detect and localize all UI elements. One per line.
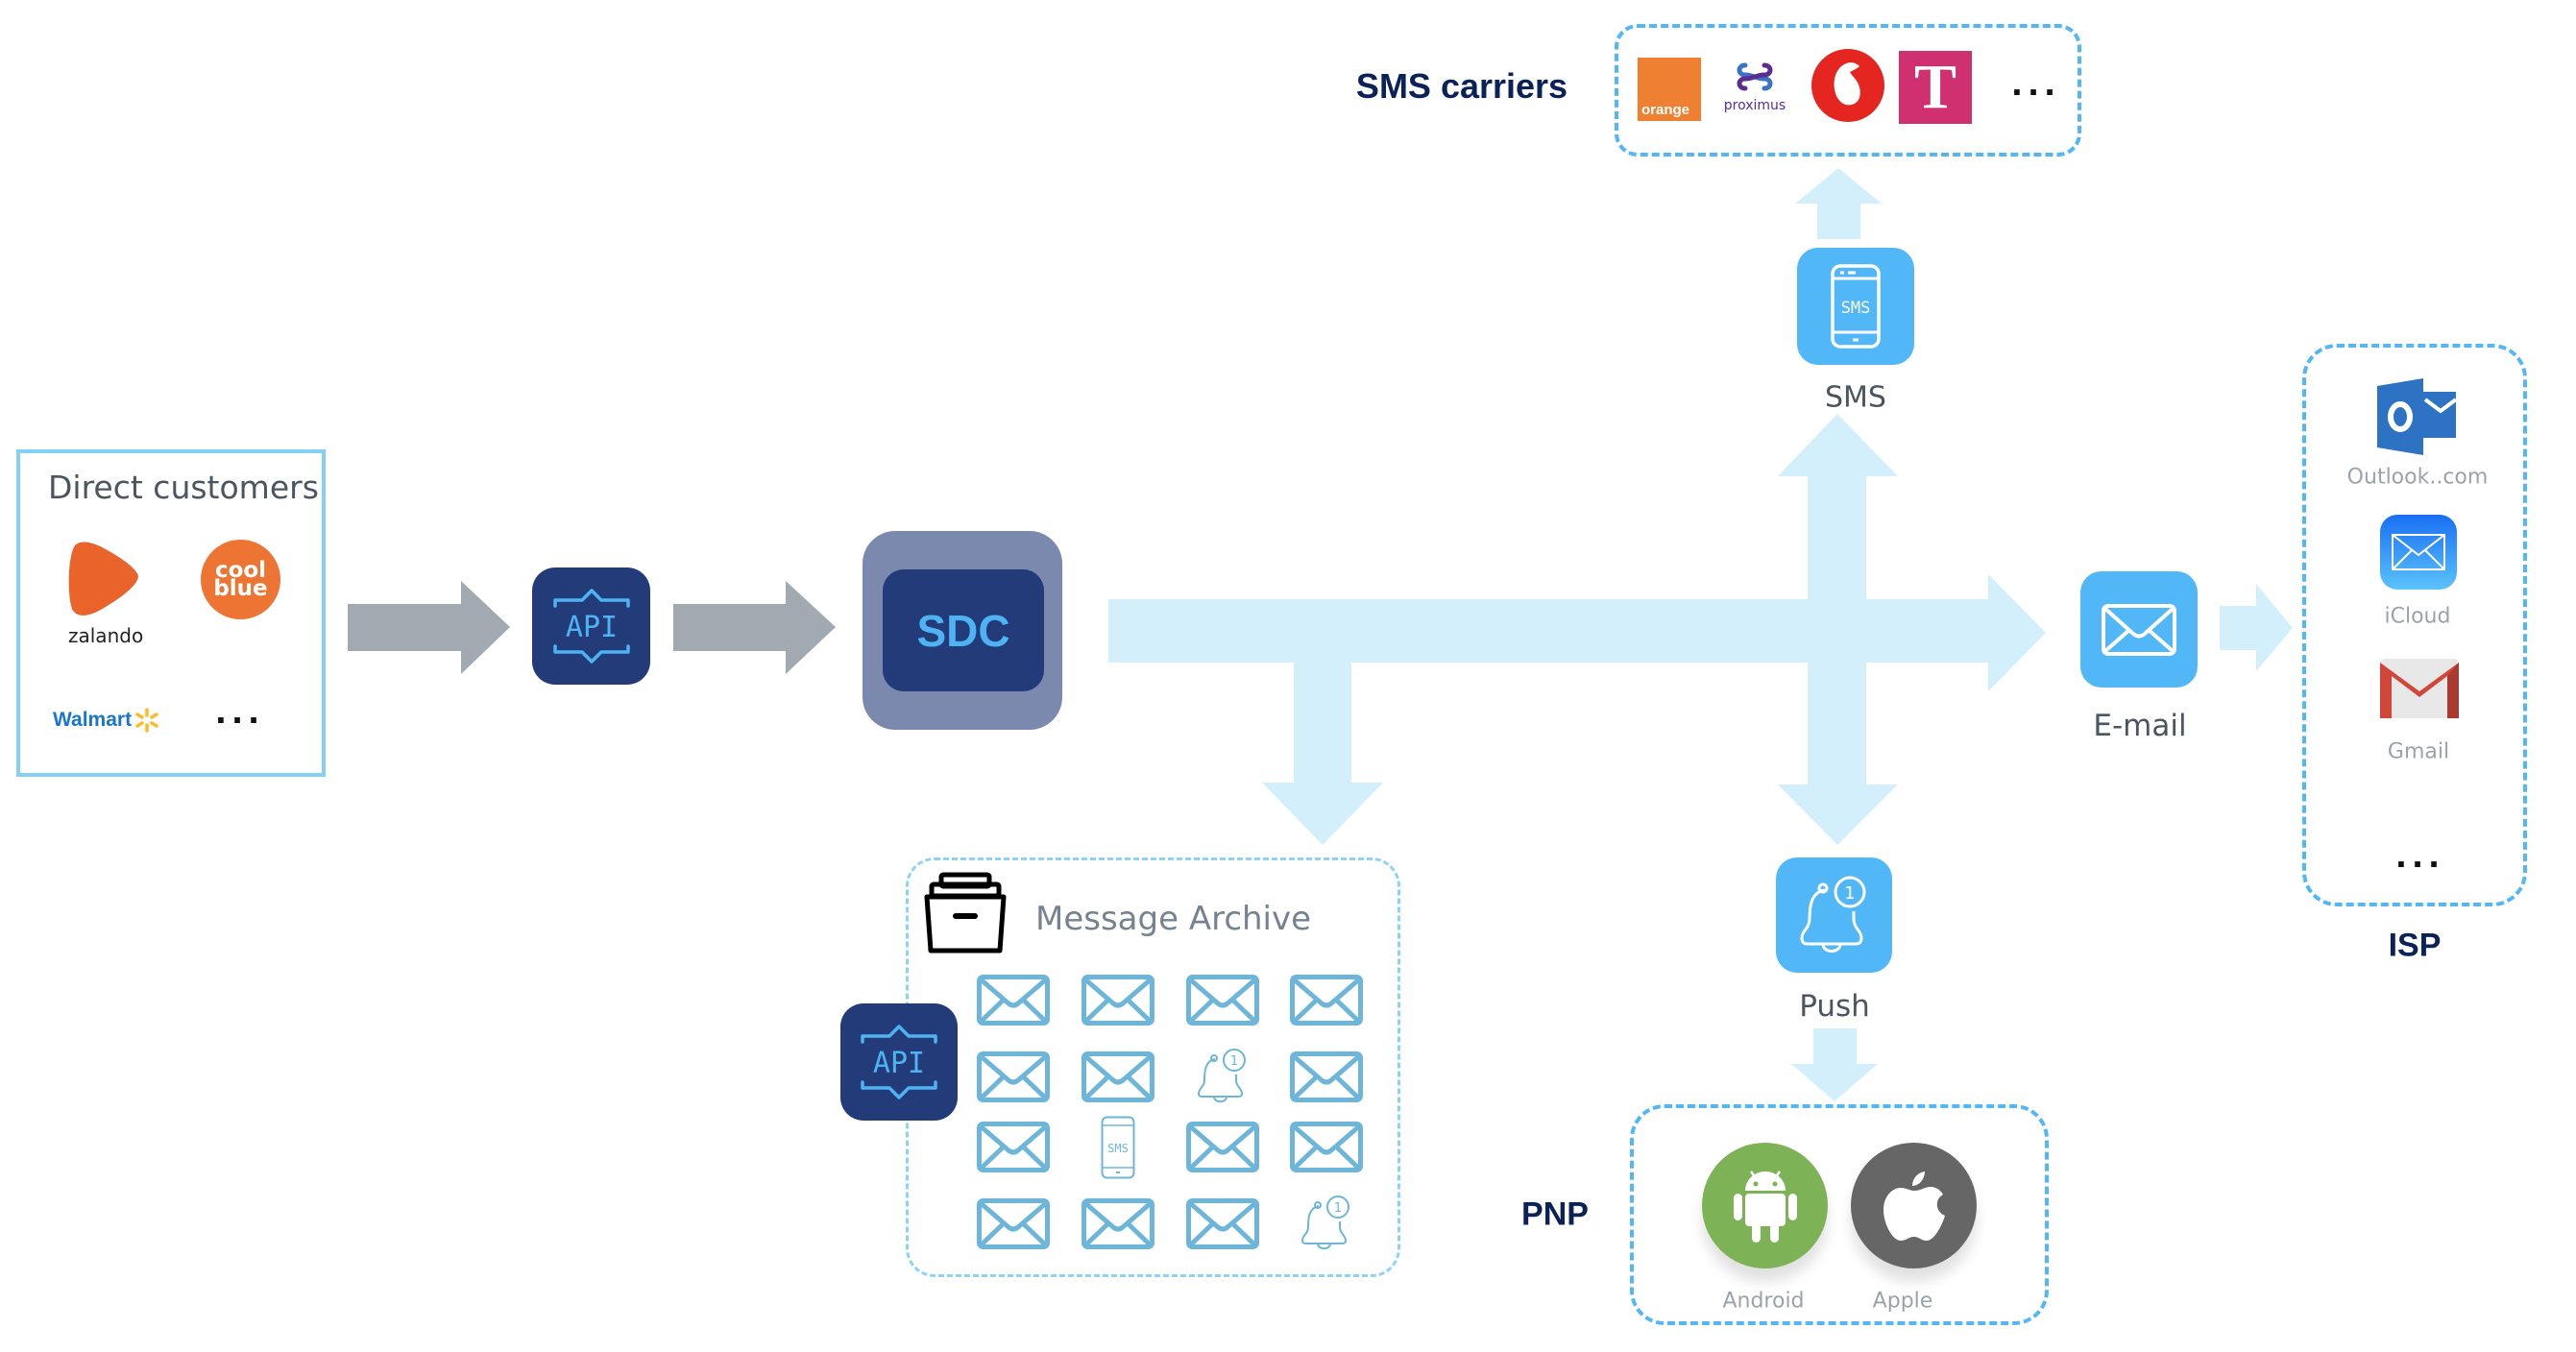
outlook-label: Outlook..com bbox=[2346, 465, 2489, 490]
sms-channel-box[interactable]: SMS bbox=[1797, 248, 1914, 365]
svg-text:SMS: SMS bbox=[1107, 1142, 1129, 1155]
outlook-logo-icon bbox=[2377, 378, 2458, 455]
archived-email-icon bbox=[1290, 975, 1363, 1026]
push-channel-box[interactable]: 1 bbox=[1776, 857, 1892, 973]
direct-customers-title: Direct customers bbox=[48, 469, 319, 506]
vodafone-logo-icon bbox=[1811, 49, 1884, 122]
sms-phone-icon: SMS bbox=[1831, 264, 1881, 349]
icloud-envelope-icon bbox=[2392, 534, 2445, 570]
isp-title: ISP bbox=[2388, 927, 2442, 964]
archived-email-icon bbox=[1081, 975, 1154, 1026]
archive-api-box[interactable]: API bbox=[840, 1003, 958, 1121]
archive-api-icon: API bbox=[861, 1025, 937, 1099]
sdc-inner: SDC bbox=[883, 569, 1044, 691]
archived-push-icon: 1 bbox=[1197, 1049, 1246, 1103]
sms-carriers-title: SMS carriers bbox=[1355, 66, 1568, 106]
archive-message-grid: 1 SMS 1 bbox=[977, 975, 1363, 1250]
walmart-label: Walmart bbox=[53, 709, 133, 731]
archived-email-icon bbox=[1186, 1198, 1259, 1249]
archived-push-icon: 1 bbox=[1300, 1195, 1349, 1250]
walmart-logo: Walmart bbox=[53, 708, 159, 733]
proximus-logo-icon bbox=[1737, 62, 1773, 91]
arrow-sdc-to-email bbox=[1108, 574, 2046, 691]
api-icon: API bbox=[552, 589, 630, 664]
arrow-push-to-pnp bbox=[1791, 1028, 1878, 1101]
icloud-logo-icon bbox=[2380, 515, 2457, 590]
message-archive-title: Message Archive bbox=[1035, 900, 1312, 938]
api-label: API bbox=[565, 611, 617, 644]
more-carriers-ellipsis: ... bbox=[2011, 61, 2061, 104]
android-label: Android bbox=[1722, 1289, 1805, 1314]
archived-sms-icon: SMS bbox=[1101, 1116, 1135, 1179]
gmail-label: Gmail bbox=[2387, 739, 2450, 764]
icloud-label: iCloud bbox=[2384, 604, 2451, 629]
coolblue-line2: blue bbox=[213, 575, 268, 601]
sms-label: SMS bbox=[1825, 380, 1886, 415]
svg-text:1: 1 bbox=[1230, 1054, 1238, 1069]
archived-email-icon bbox=[977, 1051, 1050, 1102]
android-robot-icon bbox=[1733, 1170, 1797, 1243]
archived-email-icon bbox=[977, 1122, 1050, 1172]
sms-icon-text: SMS bbox=[1841, 299, 1871, 318]
orange-label: orange bbox=[1641, 102, 1690, 118]
arrow-email-to-isp bbox=[2220, 584, 2293, 671]
carrier-telekom: T bbox=[1899, 51, 1972, 124]
proximus-label: proximus bbox=[1723, 98, 1786, 113]
archived-email-icon bbox=[1290, 1051, 1363, 1102]
archived-email-icon bbox=[1186, 975, 1259, 1026]
apple-logo-icon bbox=[1883, 1171, 1945, 1241]
email-channel-box[interactable] bbox=[2080, 571, 2198, 688]
push-badge-count: 1 bbox=[1844, 883, 1855, 904]
apple-label: Apple bbox=[1872, 1289, 1933, 1314]
more-customers-ellipsis: ... bbox=[215, 689, 265, 732]
walmart-spark-icon bbox=[135, 708, 158, 733]
zalando-logo-icon bbox=[68, 542, 138, 616]
arrow-api-to-sdc bbox=[673, 581, 836, 674]
archived-email-icon bbox=[977, 1198, 1050, 1249]
archive-api-label: API bbox=[873, 1047, 925, 1080]
carrier-proximus: proximus bbox=[1719, 60, 1790, 115]
archived-email-icon bbox=[1081, 1198, 1154, 1249]
archived-email-icon bbox=[977, 975, 1050, 1026]
pnp-panel bbox=[1630, 1104, 2049, 1325]
svg-text:1: 1 bbox=[1334, 1201, 1342, 1216]
archived-email-icon bbox=[1081, 1051, 1154, 1102]
more-isp-ellipsis: ... bbox=[2395, 833, 2445, 876]
arrow-sms-to-carriers bbox=[1795, 168, 1882, 239]
archived-email-icon bbox=[1186, 1122, 1259, 1172]
archived-email-icon bbox=[1290, 1122, 1363, 1172]
push-label: Push bbox=[1799, 989, 1870, 1024]
coolblue-logo-icon: cool blue bbox=[201, 540, 280, 619]
gmail-logo-icon bbox=[2380, 659, 2459, 718]
zalando-label: zalando bbox=[68, 624, 144, 647]
carrier-orange: orange bbox=[1638, 58, 1701, 121]
pnp-title: PNP bbox=[1521, 1195, 1589, 1233]
sdc-label: SDC bbox=[916, 605, 1010, 656]
archive-box-icon bbox=[924, 872, 1007, 954]
apple-platform bbox=[1851, 1143, 1977, 1268]
telekom-label: T bbox=[1913, 52, 1957, 122]
arrow-customers-to-api bbox=[348, 581, 510, 674]
email-envelope-icon bbox=[2102, 603, 2176, 656]
arrow-to-archive bbox=[1262, 653, 1383, 845]
push-bell-icon: 1 bbox=[1799, 876, 1865, 953]
api-box[interactable]: API bbox=[532, 567, 650, 685]
email-label: E-mail bbox=[2093, 709, 2187, 743]
android-platform bbox=[1702, 1143, 1828, 1268]
